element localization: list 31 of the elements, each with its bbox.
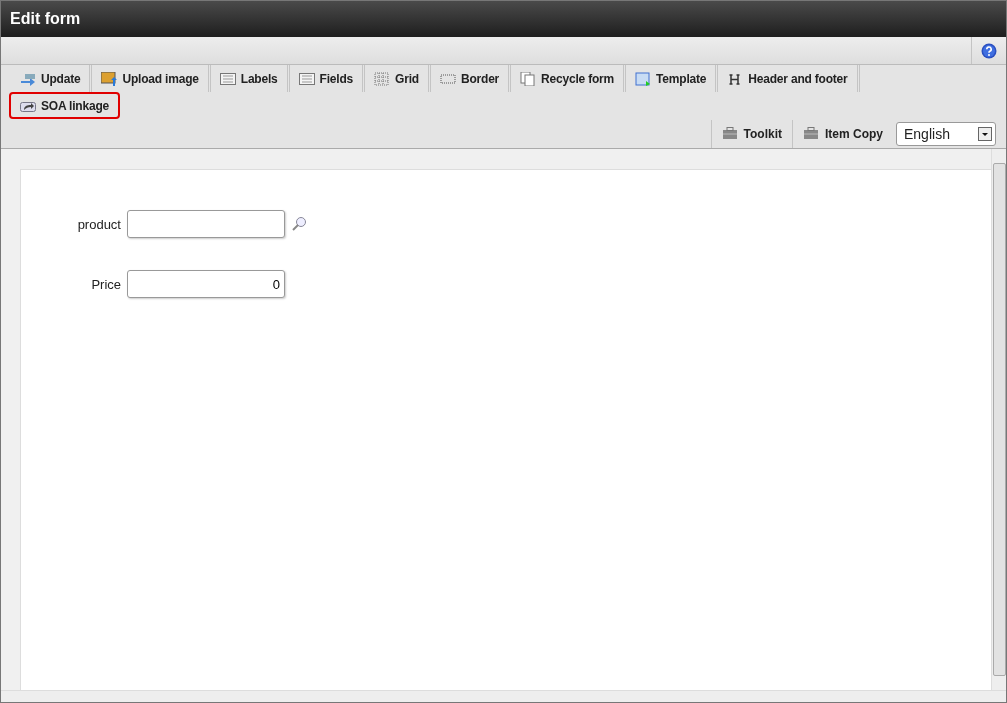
template-icon — [635, 71, 652, 86]
list-icon — [219, 71, 236, 86]
toolbar-button[interactable]: Template — [626, 65, 719, 92]
toolbar-button[interactable]: Labels — [210, 65, 290, 92]
field-label: Price — [90, 276, 121, 292]
input-field[interactable] — [127, 210, 285, 238]
toolbar-button[interactable]: Recycle form — [511, 65, 627, 92]
toolbar-button[interactable]: Grid — [365, 65, 431, 92]
toolbar-button[interactable]: Border — [430, 65, 512, 92]
language-select[interactable]: English — [896, 121, 996, 146]
toolbar-button[interactable]: Update — [11, 65, 93, 92]
window-title: Edit form — [1, 1, 1006, 37]
toolbar-button[interactable]: SOA linkage — [9, 92, 121, 119]
toolbar-button[interactable]: Upload image — [92, 65, 211, 92]
field-label: product — [76, 216, 121, 232]
toolbox-icon — [721, 127, 738, 140]
toolbar-button[interactable]: Header and footer — [718, 65, 860, 92]
documents-icon — [520, 71, 537, 86]
image-upload-icon — [101, 71, 118, 86]
arrows-icon — [20, 71, 36, 86]
input-field[interactable]: 0 — [127, 270, 285, 298]
toolbox-icon — [803, 127, 819, 140]
border-icon — [439, 71, 456, 86]
grid-icon — [374, 71, 391, 86]
vertical-scrollbar[interactable] — [991, 149, 1006, 690]
tool-button[interactable]: Item Copy — [792, 119, 893, 148]
list-icon — [298, 71, 315, 86]
search-icon[interactable] — [291, 216, 307, 232]
tool-button[interactable]: Toolkit — [710, 119, 792, 148]
toolbar-button[interactable]: Fields — [289, 65, 366, 92]
help-icon[interactable] — [981, 42, 997, 59]
